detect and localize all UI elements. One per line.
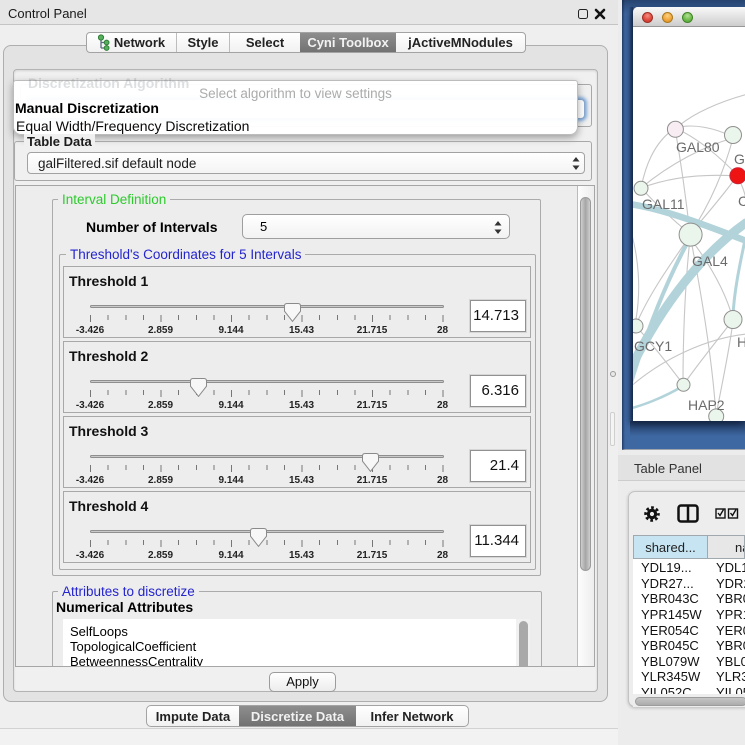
svg-text:GAL80: GAL80 — [676, 139, 720, 155]
svg-text:GCY1: GCY1 — [634, 338, 672, 354]
svg-text:GAL11: GAL11 — [642, 196, 685, 212]
svg-text:GAL4: GAL4 — [692, 253, 728, 269]
svg-text:HAP2: HAP2 — [688, 397, 725, 413]
svg-text:H: H — [737, 334, 745, 350]
svg-text:C: C — [738, 193, 745, 209]
svg-text:GA: GA — [734, 151, 745, 167]
